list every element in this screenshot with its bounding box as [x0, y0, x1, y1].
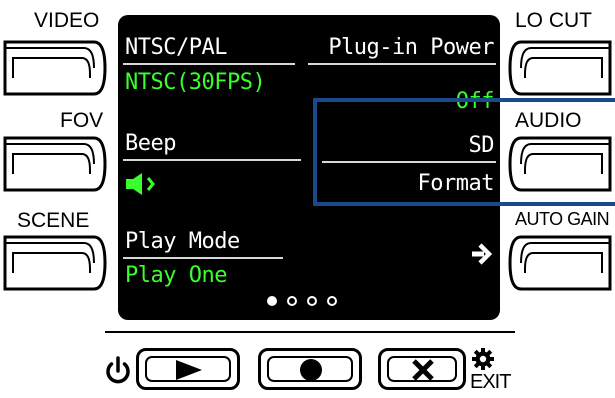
ntsc-pal-value[interactable]: NTSC(30FPS) [125, 72, 266, 94]
cancel-button[interactable] [378, 348, 466, 390]
lo-cut-button[interactable] [508, 38, 613, 98]
play-mode-value[interactable]: Play One [125, 265, 227, 287]
page-dot-3 [307, 296, 317, 306]
speaker-on-icon[interactable] [126, 173, 160, 200]
fov-label: FOV [60, 109, 104, 132]
lo-cut-label: LO CUT [515, 9, 593, 32]
play-mode-underline [123, 257, 283, 259]
arrow-right-icon[interactable] [472, 243, 493, 270]
page-dot-1 [267, 296, 277, 306]
x-icon [412, 359, 434, 381]
plugin-power-underline [308, 63, 496, 65]
play-mode-title: Play Mode [125, 229, 240, 254]
page-dot-4 [327, 296, 337, 306]
auto-gain-label: AUTO GAIN [515, 209, 610, 229]
page-dot-2 [287, 296, 297, 306]
play-icon [176, 360, 202, 380]
exit-label: EXIT [470, 371, 511, 393]
ntsc-pal-underline [123, 63, 295, 65]
plugin-power-title: Plug-in Power [328, 35, 494, 60]
video-button[interactable] [2, 38, 107, 98]
video-label: VIDEO [34, 9, 100, 32]
scene-button[interactable] [2, 233, 107, 293]
beep-title: Beep [125, 131, 176, 156]
divider-line [105, 331, 515, 333]
power-icon [104, 356, 132, 391]
sd-highlight-frame [313, 98, 615, 206]
play-button[interactable] [136, 348, 240, 390]
ntsc-pal-title: NTSC/PAL [125, 35, 227, 60]
auto-gain-button[interactable] [508, 233, 613, 293]
fov-button[interactable] [2, 134, 107, 194]
record-button[interactable] [258, 348, 362, 390]
beep-underline [123, 159, 301, 161]
record-icon [300, 359, 322, 381]
scene-label: SCENE [17, 209, 90, 232]
